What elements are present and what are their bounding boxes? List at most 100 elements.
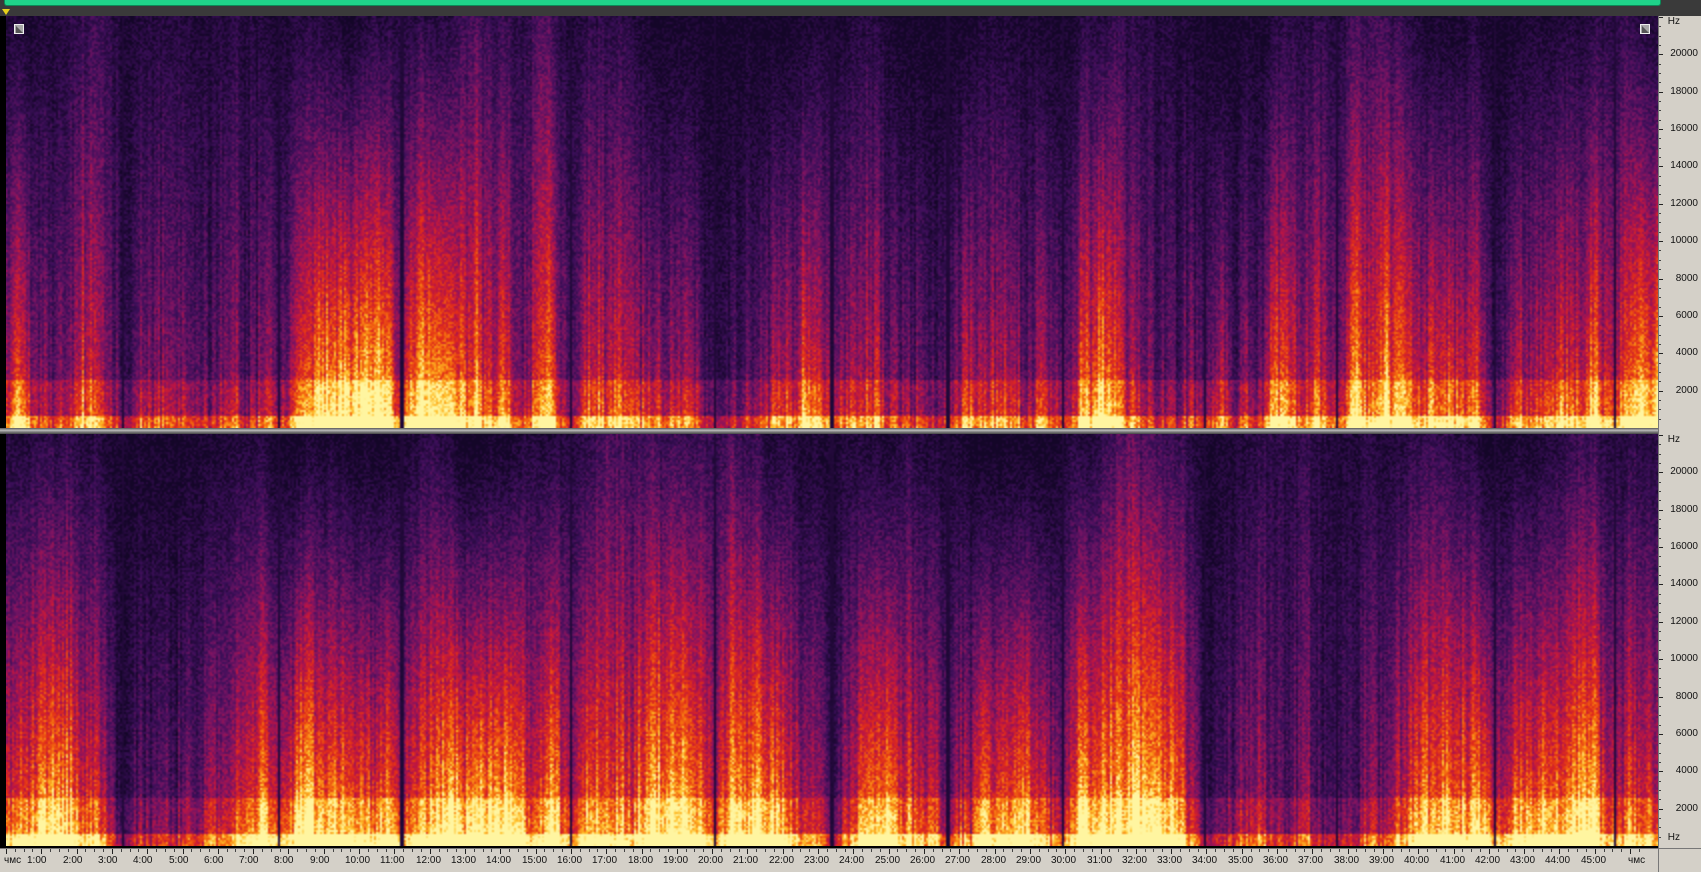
freq-tick-label: 18000 bbox=[1670, 504, 1698, 515]
time-tick bbox=[165, 849, 166, 852]
freq-tick bbox=[1659, 725, 1661, 726]
resize-corner-icon[interactable] bbox=[14, 24, 24, 34]
time-tick-label: 7:00 bbox=[239, 855, 259, 866]
time-tick-label: 20:00 bbox=[698, 855, 724, 866]
time-tick bbox=[853, 849, 854, 854]
overview-bar[interactable] bbox=[0, 0, 1701, 16]
time-tick bbox=[915, 849, 916, 852]
time-tick bbox=[1136, 849, 1137, 854]
freq-tick-label: 2000 bbox=[1675, 385, 1698, 396]
time-tick-label: 40:00 bbox=[1404, 855, 1430, 866]
time-tick bbox=[1462, 849, 1463, 852]
time-tick bbox=[191, 849, 192, 852]
freq-tick bbox=[1659, 148, 1661, 149]
time-tick bbox=[377, 849, 378, 852]
playhead-marker[interactable] bbox=[2, 9, 10, 15]
time-tick-label: 24:00 bbox=[839, 855, 865, 866]
freq-tick bbox=[1659, 827, 1661, 828]
time-tick bbox=[1259, 849, 1260, 852]
time-tick bbox=[1268, 849, 1269, 852]
freq-tick bbox=[1659, 547, 1663, 548]
time-tick bbox=[544, 849, 545, 852]
channel-left-spectrogram[interactable] bbox=[6, 16, 1658, 428]
freq-tick bbox=[1659, 129, 1663, 130]
time-tick-label: 29:00 bbox=[1016, 855, 1042, 866]
freq-tick-label: 20000 bbox=[1670, 466, 1698, 477]
freq-tick bbox=[1659, 706, 1661, 707]
freq-tick bbox=[1659, 73, 1661, 74]
time-tick bbox=[50, 849, 51, 852]
time-tick bbox=[1153, 849, 1154, 852]
time-tick bbox=[41, 849, 42, 854]
freq-tick bbox=[1659, 762, 1661, 763]
time-tick bbox=[977, 849, 978, 852]
time-tick bbox=[1383, 849, 1384, 854]
time-tick bbox=[421, 849, 422, 852]
freq-tick bbox=[1659, 715, 1661, 716]
freq-tick bbox=[1659, 204, 1663, 205]
time-tick bbox=[906, 849, 907, 852]
time-tick-label: 15:00 bbox=[522, 855, 548, 866]
time-tick bbox=[509, 849, 510, 852]
channel-right-spectrogram[interactable] bbox=[6, 434, 1658, 846]
time-tick bbox=[650, 849, 651, 852]
time-tick bbox=[59, 849, 60, 852]
time-tick-label: 22:00 bbox=[769, 855, 795, 866]
time-tick bbox=[1559, 849, 1560, 854]
time-tick bbox=[1577, 849, 1578, 852]
time-tick bbox=[262, 849, 263, 852]
time-tick bbox=[933, 849, 934, 852]
freq-tick bbox=[1659, 659, 1663, 660]
freq-tick bbox=[1659, 444, 1661, 445]
time-tick bbox=[1533, 849, 1534, 852]
spectrogram-canvas-right[interactable] bbox=[6, 434, 1658, 846]
freq-tick-label: 6000 bbox=[1675, 728, 1698, 739]
freq-tick bbox=[1659, 101, 1661, 102]
time-tick-label: 44:00 bbox=[1545, 855, 1571, 866]
time-tick-label: 1:00 bbox=[27, 855, 47, 866]
time-tick-label: 8:00 bbox=[274, 855, 294, 866]
time-tick bbox=[1427, 849, 1428, 852]
time-tick bbox=[527, 849, 528, 852]
time-tick bbox=[1277, 849, 1278, 854]
time-tick-label: 19:00 bbox=[663, 855, 689, 866]
time-tick-label: 17:00 bbox=[592, 855, 618, 866]
freq-tick bbox=[1659, 372, 1661, 373]
freq-tick-label: 12000 bbox=[1670, 616, 1698, 627]
time-tick bbox=[1012, 849, 1013, 852]
time-tick bbox=[712, 849, 713, 854]
freq-tick bbox=[1659, 157, 1661, 158]
time-tick bbox=[809, 849, 810, 852]
time-tick bbox=[765, 849, 766, 852]
resize-corner-icon[interactable] bbox=[1640, 24, 1650, 34]
frequency-ruler[interactable]: Hz 20000 18000 16000 14000 12000 10000 8000 6000… bbox=[1658, 16, 1701, 848]
time-tick bbox=[1215, 849, 1216, 852]
time-tick-label: 28:00 bbox=[981, 855, 1007, 866]
time-tick bbox=[747, 849, 748, 854]
spectrogram-canvas-left[interactable] bbox=[6, 16, 1658, 428]
time-tick bbox=[341, 849, 342, 852]
freq-tick-label: 20000 bbox=[1670, 48, 1698, 59]
time-tick bbox=[1542, 849, 1543, 852]
time-tick bbox=[871, 849, 872, 852]
time-tick bbox=[1612, 849, 1613, 852]
time-tick bbox=[518, 849, 519, 852]
spectrogram-display[interactable] bbox=[0, 16, 1701, 848]
time-tick bbox=[1568, 849, 1569, 852]
freq-tick bbox=[1659, 297, 1661, 298]
time-tick bbox=[447, 849, 448, 852]
time-ruler[interactable]: чмс 1:00 2:00 3:00 4:00 5:00 6:00 7:00 8:00 9:00 1… bbox=[0, 848, 1658, 872]
time-tick bbox=[1498, 849, 1499, 852]
time-tick bbox=[1374, 849, 1375, 852]
time-tick bbox=[394, 849, 395, 854]
freq-tick bbox=[1659, 391, 1663, 392]
freq-tick bbox=[1659, 697, 1663, 698]
time-tick bbox=[571, 849, 572, 854]
time-tick bbox=[1109, 849, 1110, 852]
zoom-range-handle[interactable] bbox=[4, 0, 1661, 6]
freq-tick bbox=[1659, 176, 1661, 177]
time-tick-label: 41:00 bbox=[1440, 855, 1466, 866]
time-tick bbox=[130, 849, 131, 852]
freq-tick bbox=[1659, 363, 1661, 364]
time-tick bbox=[1436, 849, 1437, 852]
